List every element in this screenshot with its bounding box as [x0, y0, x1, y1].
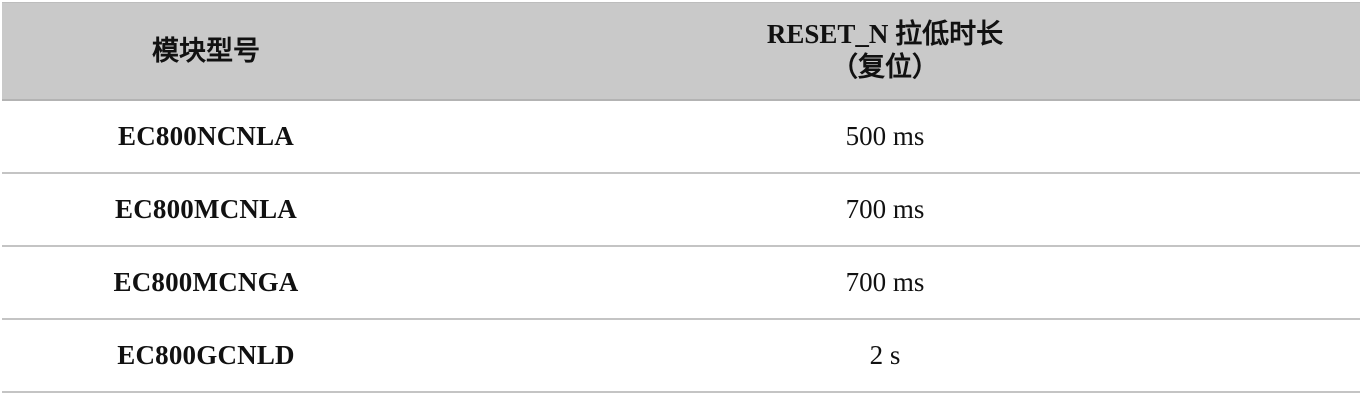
model-name: EC800GCNLD — [117, 340, 295, 370]
duration-value: 700 ms — [845, 194, 925, 224]
duration-value: 500 ms — [845, 121, 925, 151]
duration-cell: 700 ms — [410, 247, 1360, 318]
table-row: EC800GCNLD 2 s — [2, 320, 1360, 393]
duration-cell: 500 ms — [410, 101, 1360, 172]
header-cell-duration: RESET_N 拉低时长 （复位） — [410, 3, 1360, 99]
header-duration-stack: RESET_N 拉低时长 （复位） — [767, 18, 1003, 84]
table-row: EC800MCNGA 700 ms — [2, 247, 1360, 320]
duration-cell: 2 s — [410, 320, 1360, 391]
table-row: EC800NCNLA 500 ms — [2, 101, 1360, 174]
reset-duration-table: 模块型号 RESET_N 拉低时长 （复位） EC800NCNLA 500 ms… — [2, 2, 1360, 393]
header-duration-label: RESET_N 拉低时长 — [766, 19, 1004, 49]
model-cell: EC800GCNLD — [2, 320, 410, 391]
model-name: EC800NCNLA — [117, 121, 294, 151]
header-cell-model: 模块型号 — [2, 3, 410, 99]
model-cell: EC800MCNGA — [2, 247, 410, 318]
model-name: EC800MCNGA — [113, 267, 299, 297]
table-header-row: 模块型号 RESET_N 拉低时长 （复位） — [2, 3, 1360, 101]
duration-value: 2 s — [869, 340, 901, 370]
table-row: EC800MCNLA 700 ms — [2, 174, 1360, 247]
header-duration-sublabel: （复位） — [830, 52, 939, 82]
duration-value: 700 ms — [845, 267, 925, 297]
duration-cell: 700 ms — [410, 174, 1360, 245]
model-cell: EC800MCNLA — [2, 174, 410, 245]
header-model-label: 模块型号 — [152, 35, 260, 66]
model-cell: EC800NCNLA — [2, 101, 410, 172]
model-name: EC800MCNLA — [115, 194, 297, 224]
